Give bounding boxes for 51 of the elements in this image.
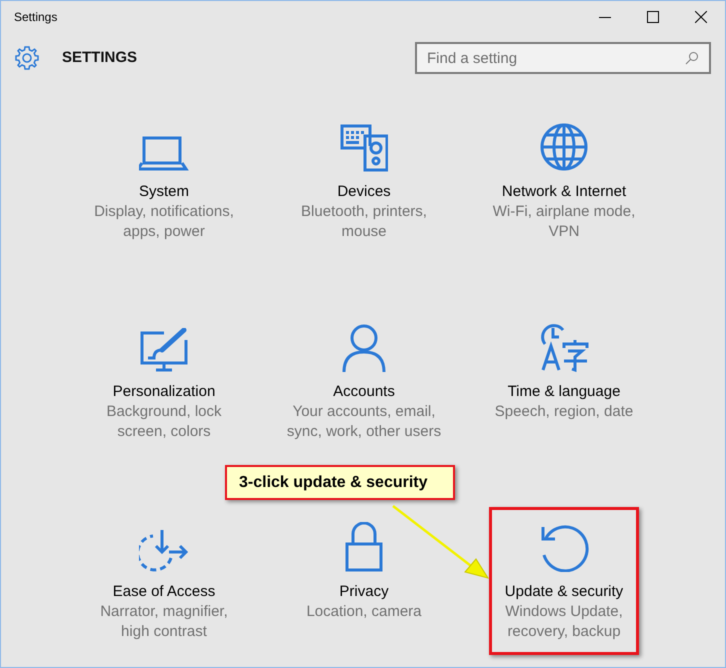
tile-description: Location, camera bbox=[306, 602, 422, 622]
tile-title: Devices bbox=[337, 182, 391, 202]
tile-title: Privacy bbox=[339, 582, 389, 602]
tile-description: Narrator, magnifier, bbox=[100, 602, 228, 622]
maximize-icon bbox=[647, 11, 659, 23]
minimize-icon bbox=[599, 16, 611, 18]
keyboard-speaker-icon bbox=[340, 124, 388, 172]
monitor-brush-icon bbox=[140, 328, 188, 372]
window-title: Settings bbox=[14, 9, 58, 26]
settings-tile[interactable]: Personalization Background, lock screen, colors bbox=[89, 307, 239, 455]
search-field[interactable]: Find a setting bbox=[415, 42, 711, 74]
tile-description: apps, power bbox=[123, 222, 205, 242]
laptop-icon bbox=[139, 136, 189, 172]
settings-icon bbox=[14, 45, 40, 71]
tile-description: mouse bbox=[341, 222, 387, 242]
tile-description: Background, lock bbox=[106, 402, 222, 422]
tile-description: Bluetooth, printers, bbox=[301, 202, 427, 222]
tile-title: Time & language bbox=[508, 382, 620, 402]
settings-tile[interactable]: Accounts Your accounts, email, sync, work, other users bbox=[289, 307, 439, 455]
page-heading: SETTINGS bbox=[62, 48, 138, 68]
tile-title: Ease of Access bbox=[112, 582, 216, 602]
settings-tile[interactable]: Time & language Speech, region, date bbox=[489, 307, 639, 455]
accessibility-icon bbox=[139, 528, 189, 572]
settings-tile[interactable]: System Display, notifications, apps, power bbox=[89, 107, 239, 255]
globe-icon bbox=[539, 122, 589, 172]
tile-description: sync, work, other users bbox=[286, 422, 442, 442]
callout-note: 3-click update & security bbox=[225, 465, 455, 500]
settings-tile[interactable]: Network & Internet Wi-Fi, airplane mode, VPN bbox=[489, 107, 639, 255]
tile-description: screen, colors bbox=[117, 422, 211, 442]
settings-tile[interactable]: Devices Bluetooth, printers, mouse bbox=[289, 107, 439, 255]
clock-language-icon bbox=[539, 322, 589, 372]
tile-description: VPN bbox=[548, 222, 580, 242]
settings-tile[interactable]: Update & security Windows Update, recovery, backup bbox=[489, 507, 639, 655]
settings-tile[interactable]: Ease of Access Narrator, magnifier, high contrast bbox=[89, 507, 239, 655]
tile-description: Windows Update, bbox=[505, 602, 623, 622]
tile-title: System bbox=[138, 182, 189, 202]
padlock-icon bbox=[345, 522, 383, 572]
tile-description: Speech, region, date bbox=[494, 402, 634, 422]
tile-description: Display, notifications, bbox=[94, 202, 234, 222]
search-icon bbox=[685, 51, 699, 65]
tile-title: Network & Internet bbox=[502, 182, 626, 202]
tile-description: recovery, backup bbox=[507, 622, 621, 642]
tile-title: Personalization bbox=[112, 382, 216, 402]
tile-description: Wi-Fi, airplane mode, bbox=[492, 202, 636, 222]
tile-description: Your accounts, email, bbox=[292, 402, 436, 422]
close-icon bbox=[695, 11, 707, 23]
settings-tile[interactable]: Privacy Location, camera bbox=[289, 507, 439, 655]
tile-title: Accounts bbox=[333, 382, 395, 402]
person-icon bbox=[342, 324, 386, 372]
tile-title: Update & security bbox=[504, 582, 624, 602]
tile-description: high contrast bbox=[121, 622, 207, 642]
